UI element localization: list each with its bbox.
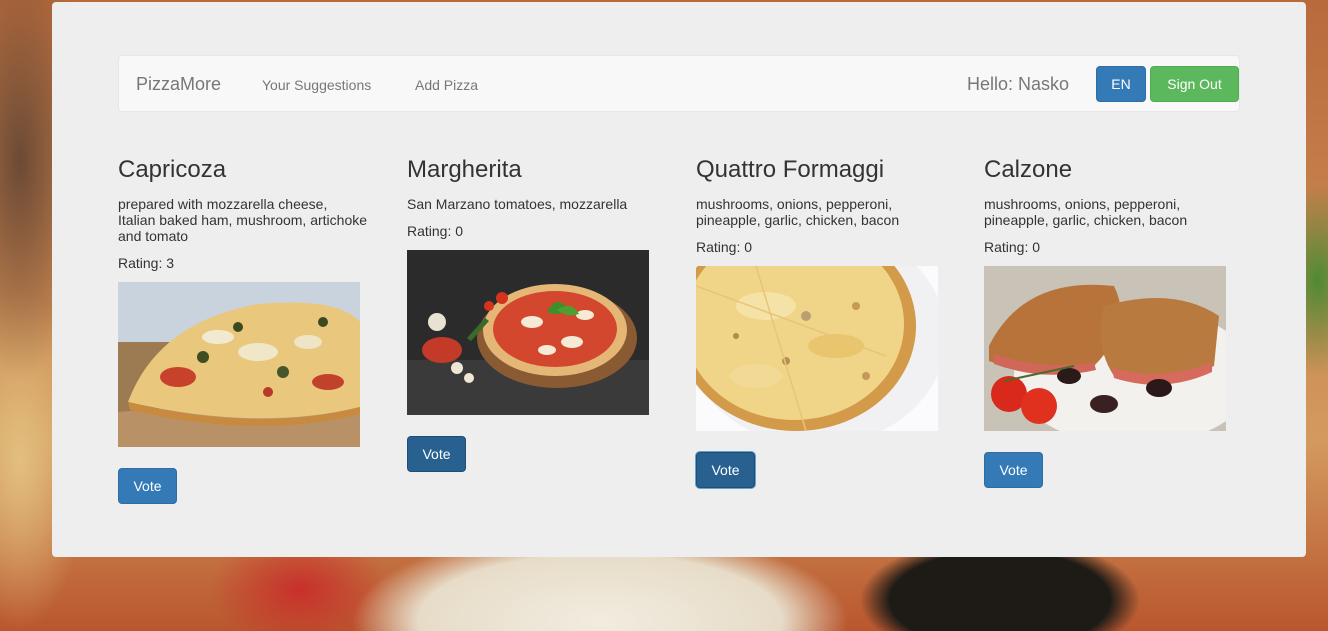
pizza-rating: Rating: 0 xyxy=(984,239,1041,255)
pizza-description: mushrooms, onions, pepperoni, pineapple,… xyxy=(696,196,900,228)
pizza-description: mushrooms, onions, pepperoni, pineapple,… xyxy=(984,196,1188,228)
pizza-rating: Rating: 0 xyxy=(407,223,464,239)
quattro-formaggi-image xyxy=(696,266,938,431)
pizza-description: San Marzano tomatoes, mozzarella xyxy=(407,196,628,212)
pizza-name: Margherita xyxy=(407,156,522,183)
pizza-image xyxy=(118,282,360,447)
capricoza-image xyxy=(118,282,360,447)
pizza-rating: Rating: 3 xyxy=(118,255,175,271)
pizza-card: Capricoza prepared with mozzarella chees… xyxy=(118,155,368,271)
nav-your-suggestions[interactable]: Your Suggestions xyxy=(262,77,371,93)
pizza-image xyxy=(984,266,1226,431)
main-panel: PizzaMore Your Suggestions Add Pizza Hel… xyxy=(52,2,1306,557)
pizza-card: Margherita San Marzano tomatoes, mozzare… xyxy=(407,155,657,239)
user-greeting: Hello: Nasko xyxy=(967,74,1070,94)
pizza-card: Calzone mushrooms, onions, pepperoni, pi… xyxy=(984,155,1234,255)
margherita-image xyxy=(407,250,649,415)
pizza-name: Quattro Formaggi xyxy=(696,156,885,183)
sign-out-button[interactable]: Sign Out xyxy=(1150,66,1239,102)
vote-button[interactable]: Vote xyxy=(407,436,466,472)
vote-button[interactable]: Vote xyxy=(118,468,177,504)
language-button[interactable]: EN xyxy=(1096,66,1146,102)
pizza-image xyxy=(696,266,938,431)
pizza-rating: Rating: 0 xyxy=(696,239,753,255)
pizza-name: Capricoza xyxy=(118,156,227,183)
vote-button[interactable]: Vote xyxy=(984,452,1043,488)
pizza-name: Calzone xyxy=(984,156,1073,183)
navbar: PizzaMore Your Suggestions Add Pizza Hel… xyxy=(118,55,1240,112)
brand-link[interactable]: PizzaMore xyxy=(136,74,221,95)
pizza-description: prepared with mozzarella cheese, Italian… xyxy=(118,196,368,244)
pizza-card: Quattro Formaggi mushrooms, onions, pepp… xyxy=(696,155,946,255)
pizza-image xyxy=(407,250,649,415)
vote-button[interactable]: Vote xyxy=(696,452,755,488)
calzone-image xyxy=(984,266,1226,431)
nav-add-pizza[interactable]: Add Pizza xyxy=(415,77,478,93)
